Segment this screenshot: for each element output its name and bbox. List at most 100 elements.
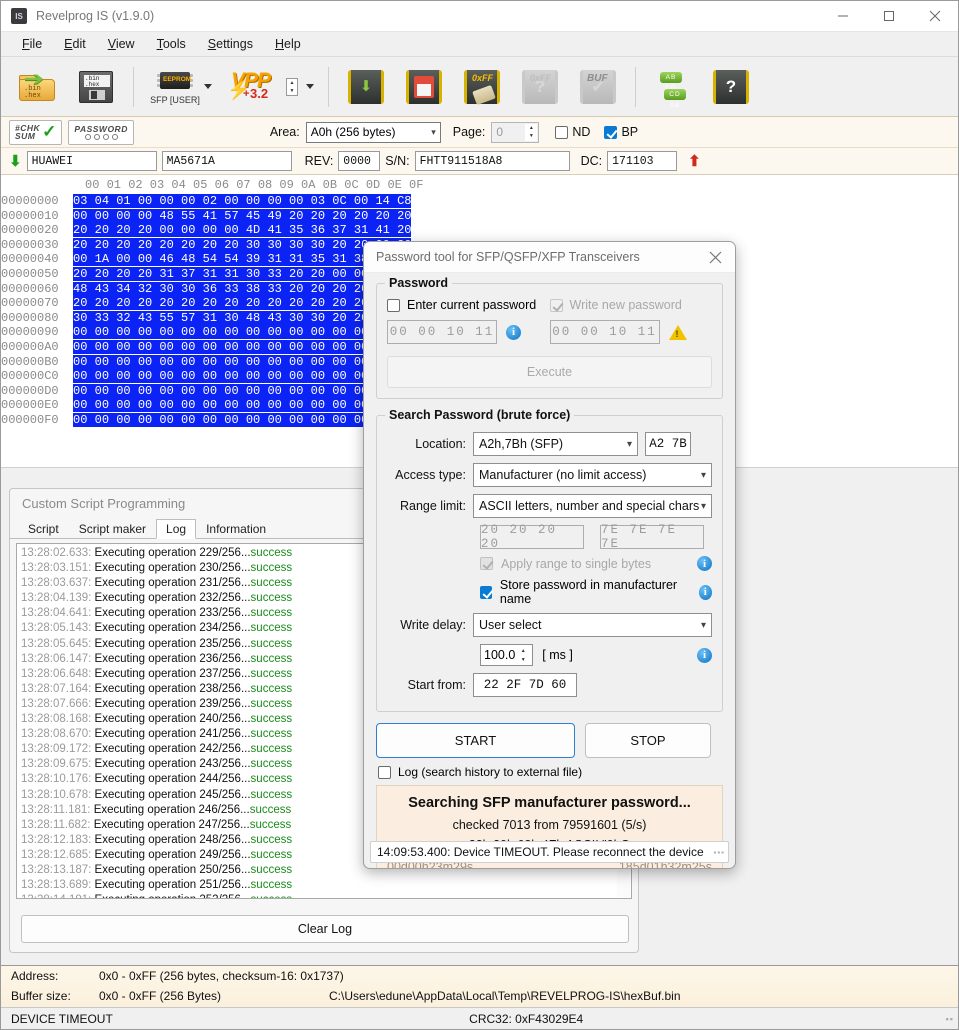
range-max-field[interactable]: 7E 7E 7E 7E	[600, 523, 704, 551]
hex-bytes[interactable]: 00 00 00 00 00 00 00 00 00 00 00 00 00 0…	[73, 383, 412, 398]
clear-log-button[interactable]: Clear Log	[21, 915, 629, 943]
log-timestamp: 13:28:13.689:	[21, 879, 92, 892]
dialog-close-icon[interactable]	[695, 242, 735, 273]
write-device-icon[interactable]	[398, 62, 450, 112]
store-password-manufacturer-box[interactable]	[480, 585, 492, 599]
help-icon[interactable]: ?	[705, 62, 757, 112]
window-resize-grip-icon[interactable]: ▪▪	[946, 1014, 954, 1024]
minimize-icon[interactable]	[820, 1, 866, 32]
hex-bytes[interactable]: 00 00 00 00 48 55 41 57 45 49 20 20 20 2…	[73, 208, 412, 223]
menu-file[interactable]: File	[11, 34, 53, 54]
hex-row[interactable]: 00000010 00 00 00 00 48 55 41 57 45 49 2…	[1, 208, 958, 224]
download-id-icon[interactable]: ⬇	[9, 154, 22, 169]
hex-bytes[interactable]: 00 00 00 00 00 00 00 00 00 00 00 00 00 0…	[73, 369, 412, 384]
chevron-down-icon-vpp[interactable]	[306, 84, 314, 89]
tab-script[interactable]: Script	[18, 519, 69, 538]
hex-bytes[interactable]: 00 1A 00 00 46 48 54 54 39 31 31 35 31 3…	[73, 252, 412, 267]
close-icon[interactable]	[912, 1, 958, 32]
upload-id-icon[interactable]: ⬆	[688, 154, 701, 169]
write-delay-select[interactable]: User select ▾	[473, 613, 712, 637]
password-tool-button[interactable]: PASSWORD	[68, 119, 134, 145]
range-limit-label: Range limit:	[400, 499, 466, 513]
log-timestamp: 13:28:11.682:	[21, 818, 91, 831]
hex-address: 00000040	[1, 252, 74, 267]
bp-label: BP	[621, 125, 639, 139]
dc-field[interactable]: 171103	[607, 151, 678, 171]
enter-current-password-label: Enter current password	[407, 298, 537, 312]
warning-icon[interactable]	[668, 324, 687, 340]
log-message: Executing operation 237/256...	[91, 667, 251, 680]
hex-bytes[interactable]: 30 33 32 43 55 57 31 30 48 43 30 30 20 2…	[73, 310, 412, 325]
range-min-field[interactable]: 20 20 20 20	[480, 523, 584, 551]
save-file-icon[interactable]: .bin .hex	[70, 62, 122, 112]
vendor-field[interactable]: HUAWEI	[26, 151, 157, 171]
hex-bytes[interactable]: 03 04 01 00 00 00 02 00 00 00 00 03 0C 0…	[73, 194, 412, 208]
write-new-password-checkbox[interactable]: Write new password	[549, 298, 713, 312]
location-select[interactable]: A2h,7Bh (SFP) ▾	[473, 432, 638, 456]
erase-0xff-icon[interactable]: 0xFF	[456, 62, 508, 112]
hex-bytes[interactable]: 20 20 20 20 20 20 20 20 30 30 30 30 20 2…	[73, 237, 412, 252]
hex-address: 000000B0	[1, 354, 74, 369]
enter-current-password-checkbox[interactable]: Enter current password	[387, 298, 550, 312]
log-history-checkbox[interactable]: Log (search history to external file)	[364, 758, 735, 779]
nd-checkbox[interactable]: ND	[555, 125, 590, 139]
open-file-icon[interactable]: .bin .hex ➔	[12, 62, 64, 112]
log-timestamp: 13:28:11.181:	[21, 803, 91, 816]
chevron-down-icon[interactable]	[204, 84, 212, 89]
location-bytes-field[interactable]: A2 7B	[645, 432, 691, 456]
page-input[interactable]: 0 ▲ ▼	[491, 121, 540, 143]
vpp-control[interactable]: VPP ⚡ + 3.2	[221, 62, 293, 112]
info-icon-apply-range[interactable]: i	[697, 556, 712, 571]
start-button[interactable]: START	[376, 723, 575, 758]
log-status: success	[250, 879, 293, 892]
hex-row[interactable]: 00000020 20 20 20 20 00 00 00 00 4D 41 3…	[1, 223, 958, 238]
menu-view[interactable]: View	[97, 34, 146, 54]
hex-bytes[interactable]: 20 20 20 20 20 20 20 20 20 20 20 20 20 2…	[73, 296, 412, 311]
hex-bytes[interactable]: 20 20 20 20 31 37 31 31 30 33 20 20 00 0…	[73, 266, 412, 281]
swap-bytes-icon[interactable]: AB CD CD AB	[647, 62, 699, 112]
part-field[interactable]: MA5671A	[161, 151, 292, 171]
log-timestamp: 13:28:03.637:	[21, 577, 92, 590]
menu-tools[interactable]: Tools	[146, 34, 197, 54]
read-device-icon[interactable]: ⬇	[340, 62, 392, 112]
start-from-field[interactable]: 22 2F 7D 60	[473, 673, 577, 697]
write-new-password-box	[549, 298, 563, 312]
password-tool-dialog: Password tool for SFP/QSFP/XFP Transceiv…	[363, 241, 736, 869]
rev-field[interactable]: 0000	[338, 151, 381, 171]
info-icon-delay[interactable]: i	[697, 647, 712, 663]
sn-field[interactable]: FHTT911518A8	[414, 151, 570, 171]
checksum-button[interactable]: #CHK SUM ✓	[9, 119, 63, 145]
new-password-field[interactable]: 00 00 10 11	[549, 320, 660, 344]
menu-help[interactable]: Help	[264, 34, 312, 54]
hex-bytes[interactable]: 48 43 34 32 30 30 36 33 38 33 20 20 20 2…	[73, 281, 412, 296]
menu-edit[interactable]: Edit	[53, 34, 97, 54]
tab-script-maker[interactable]: Script maker	[69, 519, 156, 538]
range-limit-select[interactable]: ASCII letters, number and special chars …	[473, 494, 712, 518]
area-select[interactable]: A0h (256 bytes) ▾	[305, 121, 441, 143]
info-icon[interactable]: i	[506, 324, 521, 340]
password-dots-icon	[84, 133, 118, 140]
hex-bytes[interactable]: 00 00 00 00 00 00 00 00 00 00 00 00 00 0…	[73, 412, 412, 427]
menu-settings[interactable]: Settings	[197, 34, 264, 54]
hex-bytes[interactable]: 00 00 00 00 00 00 00 00 00 00 00 00 00 0…	[73, 398, 412, 413]
current-password-field[interactable]: 00 00 10 11	[387, 320, 497, 344]
log-status: success	[250, 697, 293, 710]
dc-label: DC:	[580, 154, 603, 168]
window-title: Revelprog IS (v1.9.0)	[36, 9, 155, 23]
tab-log[interactable]: Log	[156, 519, 197, 539]
bp-checkbox[interactable]: BP	[604, 125, 638, 139]
access-type-select[interactable]: Manufacturer (no limit access) ▾	[473, 463, 712, 487]
maximize-icon[interactable]	[866, 1, 912, 32]
delay-value-input[interactable]: 100.0 ▲ ▼	[480, 644, 534, 666]
info-icon-store-password[interactable]: i	[698, 584, 712, 600]
log-message: Executing operation 248/256...	[91, 833, 251, 846]
hex-row[interactable]: 00000000 03 04 01 00 00 00 02 00 00 00 0…	[1, 194, 958, 209]
hex-bytes[interactable]: 20 20 20 20 00 00 00 00 4D 41 35 36 37 3…	[73, 223, 412, 238]
chip-select-button[interactable]: EEPROM SFP [USER]	[145, 62, 205, 112]
hex-bytes[interactable]: 00 00 00 00 00 00 00 00 00 00 00 00 00 0…	[73, 354, 412, 369]
resize-grip-icon[interactable]: ▪▪▪	[713, 848, 725, 857]
hex-bytes[interactable]: 00 00 00 00 00 00 00 00 00 00 00 00 00 0…	[73, 339, 412, 354]
tab-information[interactable]: Information	[196, 519, 276, 538]
stop-button[interactable]: STOP	[585, 723, 711, 758]
hex-bytes[interactable]: 00 00 00 00 00 00 00 00 00 00 00 00 00 0…	[73, 325, 412, 340]
